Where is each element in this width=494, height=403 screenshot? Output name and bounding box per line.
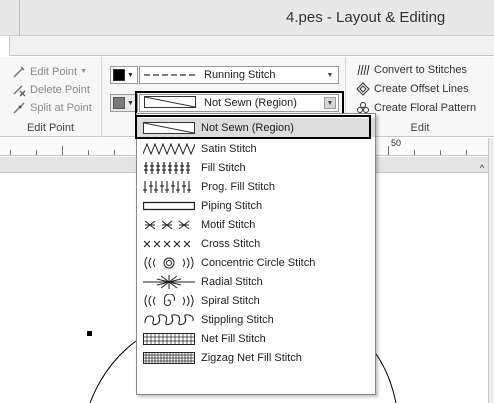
dropdown-item-label: Concentric Circle Stitch (201, 256, 316, 269)
dropdown-item-label: Motif Stitch (201, 218, 256, 231)
prog-fill-stitch-icon (143, 180, 195, 194)
chevron-down-icon: ▼ (127, 71, 134, 79)
convert-stitches-icon (356, 63, 370, 77)
vertical-scrollbar[interactable] (488, 138, 494, 403)
region-stitch-label: Not Sewn (Region) (204, 97, 297, 109)
dropdown-item-label: Piping Stitch (201, 199, 263, 212)
region-color-button[interactable]: ▼ (110, 94, 138, 112)
fill-stitch-icon (143, 161, 195, 175)
delete-point-label: Delete Point (30, 83, 90, 96)
spiral-stitch-icon (143, 293, 195, 308)
window-title: 4.pes - Layout & Editing (286, 9, 446, 26)
line-color-swatch (113, 69, 125, 81)
edit-point-label: Edit Point (30, 65, 78, 78)
edit-point-icon (12, 65, 26, 79)
dashed-line-icon (144, 69, 196, 81)
split-at-point-button[interactable]: Split at Point (12, 99, 92, 116)
title-bar: 4.pes - Layout & Editing (0, 0, 494, 36)
edit-point-group-label: Edit Point (26, 122, 75, 134)
concentric-circle-icon (143, 256, 195, 270)
zigzag-net-stitch-icon (143, 351, 195, 365)
not-sewn-region-icon (143, 121, 195, 135)
dropdown-item-cross[interactable]: Cross Stitch (137, 234, 375, 253)
not-sewn-region-icon (144, 95, 196, 111)
dropdown-item-piping[interactable]: Piping Stitch (137, 196, 375, 215)
ruler-tick (10, 150, 11, 155)
dropdown-item-not-sewn[interactable]: Not Sewn (Region) (137, 118, 375, 137)
create-offset-lines-button[interactable]: Create Offset Lines (356, 80, 469, 97)
convert-to-stitches-label: Convert to Stitches (374, 63, 467, 76)
stippling-stitch-icon (143, 313, 195, 327)
cross-stitch-icon (143, 237, 195, 251)
line-stitch-combo[interactable]: Running Stitch ▼ (139, 66, 339, 84)
split-at-point-label: Split at Point (30, 101, 92, 114)
create-offset-lines-label: Create Offset Lines (374, 82, 469, 95)
dropdown-item-label: Radial Stitch (201, 275, 263, 288)
piping-stitch-icon (143, 199, 195, 213)
chevron-down-icon: ▼ (127, 99, 134, 107)
dropdown-item-stippling[interactable]: Stippling Stitch (137, 310, 375, 329)
ruler-tick (414, 150, 415, 155)
line-color-button[interactable]: ▼ (110, 66, 138, 84)
ruler-tick (62, 146, 63, 155)
motif-stitch-icon (143, 218, 195, 232)
delete-point-icon (12, 83, 26, 97)
region-stitch-combo[interactable]: Not Sewn (Region) ▼ (139, 94, 339, 112)
region-color-swatch (113, 97, 125, 109)
split-point-icon (12, 101, 26, 115)
satin-stitch-icon (143, 142, 195, 156)
dropdown-item-fill[interactable]: Fill Stitch (137, 158, 375, 177)
line-stitch-label: Running Stitch (204, 69, 276, 81)
ruler-tick (88, 150, 89, 155)
shape-outline-right (375, 353, 397, 403)
offset-lines-icon (356, 81, 370, 96)
dropdown-item-radial[interactable]: Radial Stitch (137, 272, 375, 291)
ruler-label: 50 (391, 138, 402, 148)
dropdown-item-spiral[interactable]: Spiral Stitch (137, 291, 375, 310)
dropdown-item-net-fill[interactable]: Net Fill Stitch (137, 329, 375, 348)
radial-stitch-icon (143, 274, 195, 289)
shape-outline-left (89, 340, 137, 403)
delete-point-button[interactable]: Delete Point (12, 81, 90, 98)
ruler-tick (466, 150, 467, 155)
ruler-tick (36, 150, 37, 155)
dropdown-item-zigzag-net[interactable]: Zigzag Net Fill Stitch (137, 348, 375, 367)
edit-point-group: Edit Point ▼ Delete Point Split at Point… (0, 57, 102, 137)
dropdown-item-label: Spiral Stitch (201, 294, 260, 307)
dropdown-item-label: Stippling Stitch (201, 313, 274, 326)
create-floral-pattern-label: Create Floral Pattern (374, 101, 477, 114)
dropdown-item-label: Prog. Fill Stitch (201, 180, 275, 193)
convert-to-stitches-button[interactable]: Convert to Stitches (356, 61, 467, 78)
ruler-tick (388, 146, 389, 155)
ruler-tick (440, 150, 441, 155)
net-fill-stitch-icon (143, 332, 195, 346)
edit-point-button[interactable]: Edit Point ▼ (12, 63, 87, 80)
dropdown-item-satin[interactable]: Satin Stitch (137, 139, 375, 158)
chevron-down-icon[interactable]: ▼ (324, 69, 336, 81)
dropdown-item-label: Net Fill Stitch (201, 332, 266, 345)
quick-access-area[interactable] (0, 0, 20, 36)
dropdown-item-motif[interactable]: Motif Stitch (137, 215, 375, 234)
ribbon-tab[interactable] (0, 36, 10, 56)
dropdown-item-label: Satin Stitch (201, 142, 257, 155)
selection-handle[interactable] (87, 331, 92, 336)
chevron-down-icon: ▼ (80, 68, 88, 75)
ruler-tick (114, 150, 115, 155)
dropdown-item-label: Not Sewn (Region) (201, 121, 294, 134)
ribbon-tab-strip (0, 36, 494, 56)
dropdown-item-label: Fill Stitch (201, 161, 246, 174)
dropdown-item-prog-fill[interactable]: Prog. Fill Stitch (137, 177, 375, 196)
chevron-down-icon[interactable]: ▼ (324, 97, 336, 109)
dropdown-item-label: Cross Stitch (201, 237, 261, 250)
dropdown-item-concentric[interactable]: Concentric Circle Stitch (137, 253, 375, 272)
dropdown-item-label: Zigzag Net Fill Stitch (201, 351, 302, 364)
region-stitch-dropdown: Not Sewn (Region) Satin Stitch Fill Stit… (135, 113, 376, 395)
